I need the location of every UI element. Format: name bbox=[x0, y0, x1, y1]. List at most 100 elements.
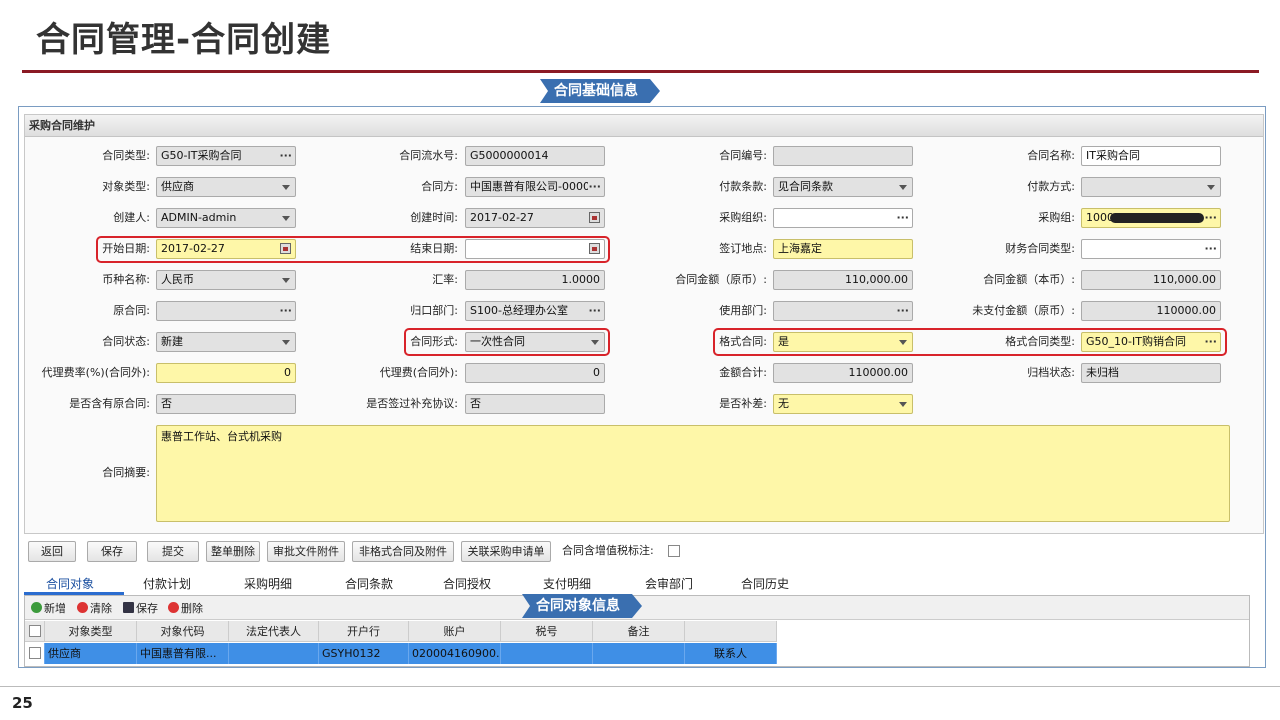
submit-button[interactable]: 提交 bbox=[147, 541, 199, 562]
owner-dept-field[interactable]: S100-总经理办公室 ··· bbox=[465, 301, 605, 321]
contract-status-select[interactable]: 新建 bbox=[156, 332, 296, 352]
price-diff-select[interactable]: 无 bbox=[773, 394, 913, 414]
payment-method-select[interactable] bbox=[1081, 177, 1221, 197]
original-contract-field[interactable]: ··· bbox=[156, 301, 296, 321]
label-sign-place: 签订地点: bbox=[719, 242, 767, 255]
contract-no-field[interactable] bbox=[773, 146, 913, 166]
table-cell[interactable]: GSYH0132 bbox=[319, 643, 409, 664]
label-agency-fee: 代理费(合同外): bbox=[379, 366, 458, 379]
vat-checkbox[interactable] bbox=[668, 545, 680, 557]
row-select[interactable] bbox=[25, 643, 45, 664]
calendar-icon[interactable] bbox=[589, 212, 600, 223]
creator-select[interactable]: ADMIN-admin bbox=[156, 208, 296, 228]
currency-select[interactable]: 人民币 bbox=[156, 270, 296, 290]
column-header[interactable]: 开户行 bbox=[319, 621, 409, 642]
column-header[interactable]: 法定代表人 bbox=[229, 621, 319, 642]
grid-delete-button[interactable]: 删除 bbox=[168, 600, 203, 616]
save-button[interactable]: 保存 bbox=[87, 541, 137, 562]
chevron-down-icon[interactable] bbox=[282, 185, 290, 190]
grid-clear-button[interactable]: 清除 bbox=[77, 600, 112, 616]
serial-no-field[interactable]: G5000000014 bbox=[465, 146, 605, 166]
tab-payment-plan[interactable]: 付款计划 bbox=[143, 575, 191, 592]
table-row[interactable]: 供应商 中国惠普有限... GSYH0132 020004160900... 联… bbox=[25, 643, 777, 664]
tab-review-dept[interactable]: 会审部门 bbox=[645, 575, 693, 592]
chevron-down-icon[interactable] bbox=[1207, 185, 1215, 190]
contract-type-value: G50-IT采购合同 bbox=[161, 149, 242, 162]
table-cell[interactable] bbox=[229, 643, 319, 664]
chevron-down-icon[interactable] bbox=[282, 278, 290, 283]
amount-local-field[interactable]: 110,000.00 bbox=[1081, 270, 1221, 290]
table-cell[interactable]: 供应商 bbox=[45, 643, 137, 664]
chevron-down-icon[interactable] bbox=[282, 216, 290, 221]
lookup-icon[interactable]: ··· bbox=[1204, 209, 1217, 227]
label-total-amount: 金额合计: bbox=[719, 366, 767, 379]
lookup-icon[interactable]: ··· bbox=[896, 302, 909, 320]
contract-type-field[interactable]: G50-IT采购合同 ··· bbox=[156, 146, 296, 166]
chevron-down-icon[interactable] bbox=[899, 402, 907, 407]
exchange-rate-field[interactable]: 1.0000 bbox=[465, 270, 605, 290]
amount-original-field[interactable]: 110,000.00 bbox=[773, 270, 913, 290]
lookup-icon[interactable]: ··· bbox=[279, 147, 292, 165]
sign-place-field[interactable]: 上海嘉定 bbox=[773, 239, 913, 259]
approval-attachment-button[interactable]: 审批文件附件 bbox=[267, 541, 345, 562]
total-amount-field[interactable]: 110000.00 bbox=[773, 363, 913, 383]
create-time-field[interactable]: 2017-02-27 bbox=[465, 208, 605, 228]
owner-dept-value: S100-总经理办公室 bbox=[470, 304, 568, 317]
contract-name-field[interactable]: IT采购合同 bbox=[1081, 146, 1221, 166]
lookup-icon[interactable]: ··· bbox=[588, 302, 601, 320]
lookup-icon[interactable]: ··· bbox=[1204, 240, 1217, 258]
back-button[interactable]: 返回 bbox=[28, 541, 76, 562]
chevron-down-icon[interactable] bbox=[282, 340, 290, 345]
agency-rate-field[interactable]: 0 bbox=[156, 363, 296, 383]
label-payment-method: 付款方式: bbox=[1027, 180, 1075, 193]
object-type-select[interactable]: 供应商 bbox=[156, 177, 296, 197]
table-cell[interactable]: 020004160900... bbox=[409, 643, 501, 664]
column-header[interactable]: 账户 bbox=[409, 621, 501, 642]
label-currency: 币种名称: bbox=[102, 273, 150, 286]
linked-requisition-button[interactable]: 关联采购申请单 bbox=[461, 541, 551, 562]
has-original-field[interactable]: 否 bbox=[156, 394, 296, 414]
tab-payment-detail[interactable]: 支付明细 bbox=[543, 575, 591, 592]
create-time-value: 2017-02-27 bbox=[470, 211, 534, 224]
column-header[interactable]: 对象代码 bbox=[137, 621, 229, 642]
archive-status-field[interactable]: 未归档 bbox=[1081, 363, 1221, 383]
column-header[interactable]: 备注 bbox=[593, 621, 685, 642]
label-supplement: 是否签过补充协议: bbox=[366, 397, 458, 410]
contact-link[interactable]: 联系人 bbox=[685, 643, 777, 664]
unpaid-amount-field[interactable]: 110000.00 bbox=[1081, 301, 1221, 321]
payment-terms-select[interactable]: 见合同条款 bbox=[773, 177, 913, 197]
label-create-time: 创建时间: bbox=[410, 211, 458, 224]
supplement-field[interactable]: 否 bbox=[465, 394, 605, 414]
row-checkbox[interactable] bbox=[29, 647, 41, 659]
tab-contract-terms[interactable]: 合同条款 bbox=[345, 575, 393, 592]
tab-contract-history[interactable]: 合同历史 bbox=[741, 575, 789, 592]
table-cell[interactable] bbox=[501, 643, 593, 664]
lookup-icon[interactable]: ··· bbox=[279, 302, 292, 320]
table-cell[interactable]: 中国惠普有限... bbox=[137, 643, 229, 664]
finance-type-field[interactable]: ··· bbox=[1081, 239, 1221, 259]
tab-purchase-detail[interactable]: 采购明细 bbox=[244, 575, 292, 592]
tab-contract-auth[interactable]: 合同授权 bbox=[443, 575, 491, 592]
table-cell[interactable] bbox=[593, 643, 685, 664]
label-object-type: 对象类型: bbox=[102, 180, 150, 193]
summary-textarea[interactable]: 惠普工作站、台式机采购 bbox=[156, 425, 1230, 522]
using-dept-field[interactable]: ··· bbox=[773, 301, 913, 321]
select-all-checkbox[interactable] bbox=[29, 625, 41, 637]
lookup-icon[interactable]: ··· bbox=[588, 178, 601, 196]
purchase-org-field[interactable]: ··· bbox=[773, 208, 913, 228]
grid-add-button[interactable]: 新增 bbox=[31, 600, 66, 616]
tab-contract-object[interactable]: 合同对象 bbox=[46, 575, 94, 592]
agency-fee-field[interactable]: 0 bbox=[465, 363, 605, 383]
panel-title: 采购合同维护 bbox=[25, 115, 1263, 137]
header-select-all[interactable] bbox=[25, 621, 45, 642]
grid-save-button[interactable]: 保存 bbox=[123, 600, 158, 616]
column-header[interactable] bbox=[685, 621, 777, 642]
delete-all-button[interactable]: 整单删除 bbox=[206, 541, 260, 562]
lookup-icon[interactable]: ··· bbox=[896, 209, 909, 227]
column-header[interactable]: 税号 bbox=[501, 621, 593, 642]
nonformat-attachment-button[interactable]: 非格式合同及附件 bbox=[352, 541, 454, 562]
chevron-down-icon[interactable] bbox=[899, 185, 907, 190]
purchase-group-field[interactable]: 1000 ··· bbox=[1081, 208, 1221, 228]
party-field[interactable]: 中国惠普有限公司-0000 ··· bbox=[465, 177, 605, 197]
column-header[interactable]: 对象类型 bbox=[45, 621, 137, 642]
